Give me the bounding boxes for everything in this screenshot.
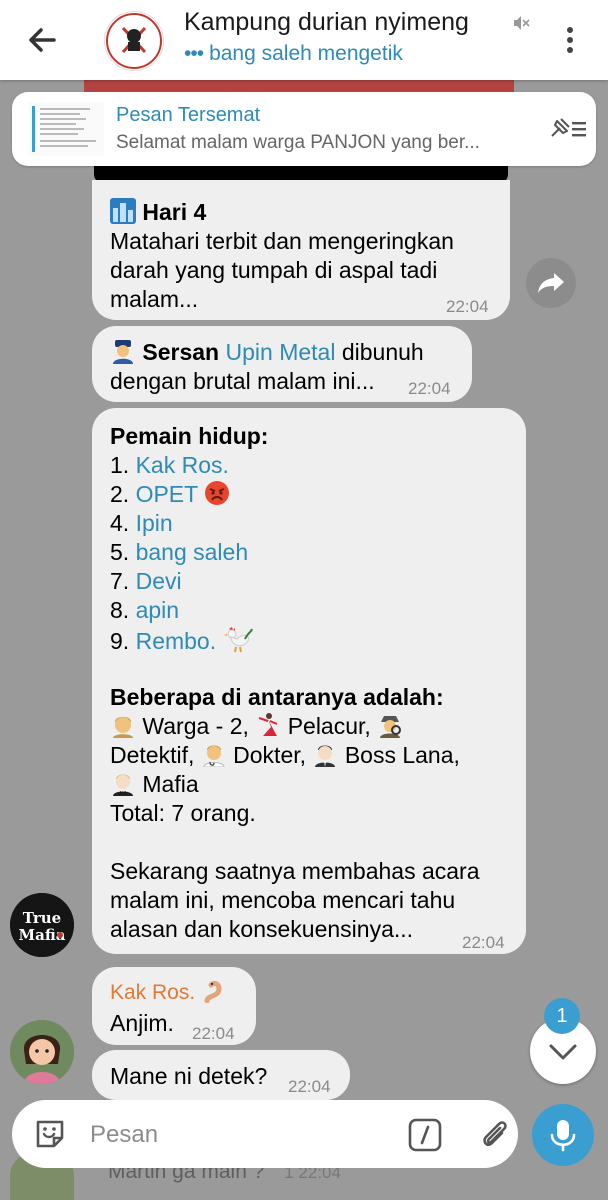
sender-name[interactable]: Kak Ros. [110,977,227,1007]
pinned-thumbnail [28,102,104,156]
svg-text:True: True [23,909,61,927]
roles-line: Mafia [110,770,199,799]
more-vertical-icon[interactable] [558,22,582,58]
message-text: dengan brutal malam ini... [110,368,375,394]
message-text: Matahari terbit dan mengeringkan [110,228,454,254]
cartoon-avatar-icon [10,1020,74,1084]
chat-header: Kampung durian nyimeng ••• bang saleh men… [0,0,608,80]
players-heading: Pemain hidup: [110,423,269,449]
worm-icon [204,980,222,1003]
detective-icon [380,716,402,738]
roles-line: Detektif, Dokter, Boss Lana, [110,742,460,768]
man-icon [113,716,133,738]
typing-dots-icon: ••• [184,42,204,65]
message-text: malam... [110,286,199,312]
sticker-icon[interactable] [32,1116,68,1152]
pinned-message-bar[interactable]: Pesan Tersemat Selamat malam warga PANJO… [12,92,596,166]
message-player-list[interactable]: Pemain hidup: 1. Kak Ros. 2. OPET 4. Ipi… [92,408,526,954]
sender-avatar-kak-ros[interactable] [10,1020,74,1084]
group-logo-icon [106,13,162,69]
player-item: 9. Rembo. [110,625,253,656]
message-kak-ros[interactable]: Kak Ros. Anjim. 22:04 [92,967,256,1045]
typing-status: ••• bang saleh mengetik [184,42,403,65]
cityscape-icon [110,198,136,224]
pin-list-icon[interactable] [548,114,590,144]
message-text: Sekarang saatnya membahas acara [110,858,480,884]
attach-icon[interactable] [476,1116,512,1152]
player-item: 7. Devi [110,568,182,594]
chat-title[interactable]: Kampung durian nyimeng [184,8,469,37]
mention-link[interactable]: Upin Metal [226,339,336,365]
player-item: 1. Kak Ros. [110,452,229,478]
message-day-announcement[interactable]: Hari 4 Matahari terbit dan mengeringkan … [92,180,510,320]
message-text: Mane ni detek? [110,1063,268,1089]
police-officer-icon [113,340,133,364]
forward-arrow-icon [538,273,564,293]
voice-record-button[interactable] [532,1104,594,1166]
bot-command-icon[interactable] [408,1118,442,1152]
player-item: 4. Ipin [110,510,173,536]
message-mane[interactable]: Mane ni detek? 22:04 [92,1050,350,1100]
doctor-icon [203,745,225,767]
unread-count-badge: 1 [544,998,580,1034]
message-text: Anjim. [110,1010,174,1036]
message-input-bar [12,1100,518,1168]
message-text: alasan dan konsekuensinya... [110,916,414,942]
total-count: Total: 7 orang. [110,800,256,826]
true-mafia-logo-icon: True Mafia [10,893,74,957]
man-in-tuxedo-icon [113,774,133,796]
muted-icon [514,16,530,30]
message-killed-announcement[interactable]: Sersan Upin Metal dibunuh dengan brutal … [92,326,472,402]
day-heading: Hari 4 [142,199,207,225]
message-text: malam ini, mencoba mencari tahu [110,887,456,913]
pinned-preview: Selamat malam warga PANJON yang ber... [116,132,480,153]
message-input[interactable] [88,1114,392,1156]
player-item: 2. OPET [110,480,230,509]
group-avatar[interactable] [104,11,164,71]
pinned-title: Pesan Tersemat [116,104,261,126]
forward-button[interactable] [526,258,576,308]
businessman-icon [315,745,336,767]
microphone-icon [550,1120,576,1152]
player-item: 8. apin [110,597,180,623]
message-time: 22:04 [462,933,505,952]
back-arrow-icon[interactable] [24,22,60,58]
message-time: 22:04 [288,1077,331,1096]
roles-heading: Beberapa di antaranya adalah: [110,684,444,710]
message-time: 22:04 [408,379,451,398]
sender-avatar-true-mafia[interactable]: True Mafia [10,893,74,957]
player-item: 5. bang saleh [110,539,249,565]
dancer-icon [258,713,278,736]
angry-face-icon [205,481,230,505]
message-time: 22:04 [192,1024,235,1043]
message-text: darah yang tumpah di aspal tadi [110,257,438,283]
rooster-icon [223,627,253,653]
roles-line: Warga - 2, Pelacur, [110,712,403,741]
message-time: 22:04 [446,297,489,316]
